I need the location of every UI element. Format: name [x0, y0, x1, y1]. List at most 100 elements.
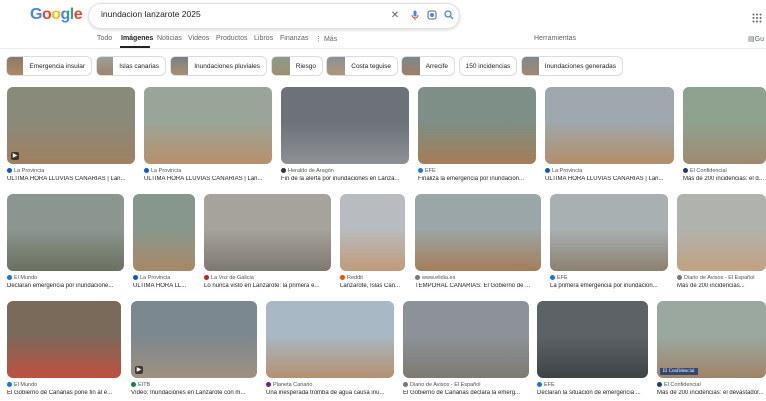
result-thumbnail[interactable]: [677, 194, 766, 271]
source-favicon-icon: [340, 275, 345, 280]
result-source[interactable]: EITB: [131, 382, 257, 388]
result-source[interactable]: EFE: [418, 168, 536, 174]
tab-imagenes[interactable]: Imágenes: [121, 35, 153, 42]
result-thumbnail[interactable]: [340, 194, 405, 271]
result-source[interactable]: El Mundo: [7, 275, 124, 281]
result-source[interactable]: Heraldo de Aragón: [281, 168, 409, 174]
tab-finanzas[interactable]: Finanzas: [280, 35, 308, 42]
result-thumbnail[interactable]: [7, 301, 121, 378]
voice-search-icon[interactable]: [409, 10, 421, 22]
search-input[interactable]: [99, 8, 383, 20]
result-thumbnail[interactable]: [550, 194, 668, 271]
result-source[interactable]: Diario de Avisos - El Español: [403, 382, 529, 388]
result-source[interactable]: EFE: [550, 275, 668, 281]
result-title[interactable]: Lo nunca visto en Lanzarote: la primera …: [204, 283, 331, 289]
result-title[interactable]: La primera emergencia por inundacion...: [550, 283, 668, 289]
source-favicon-icon: [131, 382, 136, 387]
result-thumbnail[interactable]: [266, 301, 394, 378]
result-title[interactable]: Más de 200 incidencias: el devastado...: [683, 176, 766, 182]
result-title[interactable]: Declaran emergencia por inundacione...: [7, 283, 124, 289]
search-box: ✕: [88, 3, 460, 29]
result-source[interactable]: El Confidencial: [657, 382, 766, 388]
lens-icon[interactable]: [426, 10, 438, 22]
result-title[interactable]: El Gobierno de Canarias pone fin al e...: [7, 390, 121, 396]
result-title[interactable]: Una inesperada tromba de agua causa inu.…: [266, 390, 394, 396]
tab-productos[interactable]: Productos: [216, 35, 248, 42]
result-thumbnail[interactable]: [7, 194, 124, 271]
apps-grid-icon[interactable]: [752, 10, 762, 23]
result-thumbnail[interactable]: [144, 87, 272, 164]
result-thumbnail[interactable]: [545, 87, 674, 164]
google-logo[interactable]: Google: [30, 6, 83, 24]
tab-todo[interactable]: Todo: [97, 35, 112, 42]
result-thumbnail[interactable]: ▶: [7, 87, 135, 164]
result-thumbnail[interactable]: [683, 87, 766, 164]
video-play-icon: ▶: [11, 152, 19, 160]
result-thumbnail[interactable]: [204, 194, 331, 271]
result-thumbnail[interactable]: [415, 194, 541, 271]
chip-7[interactable]: Inundaciones generadas: [521, 56, 623, 76]
result-title[interactable]: ÚLTIMA HORA LLUVIAS CANARIAS | Lan...: [144, 176, 272, 182]
source-name: La Provincia: [151, 168, 182, 174]
result-title[interactable]: TEMPORAL CANARIAS: El Gobierno de ...: [415, 283, 541, 289]
chip-thumbnail: [327, 57, 346, 75]
result-source[interactable]: El Mundo: [7, 382, 121, 388]
chip-1[interactable]: Islas canarias: [96, 56, 166, 76]
source-favicon-icon: [403, 382, 408, 387]
chip-label: Riesgo: [295, 62, 316, 70]
chip-thumbnail: [97, 57, 114, 75]
source-favicon-icon: [545, 168, 550, 173]
chip-thumbnail: [522, 57, 539, 75]
chip-label: Arrecife: [425, 62, 448, 70]
source-name: El Mundo: [14, 275, 38, 281]
chip-label: Emergencia insular: [29, 62, 85, 70]
tab-videos[interactable]: Videos: [188, 35, 209, 42]
tab-mas[interactable]: ⋮ Más: [315, 35, 337, 43]
source-name: Diario de Avisos - El Español: [410, 382, 481, 388]
tab-noticias[interactable]: Noticias: [157, 35, 182, 42]
result-title[interactable]: ÚLTIMA HORA LL...: [133, 283, 195, 289]
result-thumbnail[interactable]: [418, 87, 536, 164]
result-title[interactable]: Fin de la alerta por inundaciones en Lan…: [281, 176, 409, 182]
result-title[interactable]: Vídeo: Inundaciones en Lanzarote con m..…: [131, 390, 257, 396]
result-title[interactable]: Finaliza la emergencia por inundacion...: [418, 176, 536, 182]
chip-5[interactable]: Arrecife: [401, 56, 455, 76]
chip-6[interactable]: 150 incidencias: [459, 56, 517, 76]
result-source[interactable]: Reddit: [340, 275, 405, 281]
result-thumbnail[interactable]: [133, 194, 195, 271]
result-title[interactable]: ÚLTIMA HORA LLUVIAS CANARIAS | Lan...: [7, 176, 135, 182]
search-icon[interactable]: [443, 10, 455, 22]
source-name: Diario de Avisos - El Español: [684, 275, 755, 281]
tools-button[interactable]: Herramientas: [534, 35, 576, 42]
result-thumbnail[interactable]: [537, 301, 648, 378]
partial-right-button[interactable]: ▤Gu: [748, 35, 764, 43]
source-name: El Mundo: [14, 382, 38, 388]
result-thumbnail[interactable]: [403, 301, 529, 378]
result-source[interactable]: La Provincia: [7, 168, 135, 174]
tab-libros[interactable]: Libros: [254, 35, 273, 42]
chip-0[interactable]: Emergencia insular: [6, 56, 92, 76]
result-source[interactable]: El Confidencial: [683, 168, 766, 174]
result-thumbnail[interactable]: El Confidencial: [657, 301, 766, 378]
result-title[interactable]: ÚLTIMA HORA LLUVIAS CANARIAS | Lan...: [545, 176, 674, 182]
result-source[interactable]: EFE: [537, 382, 648, 388]
result-thumbnail[interactable]: ▶: [131, 301, 257, 378]
chip-4[interactable]: Costa teguise: [326, 56, 398, 76]
result-title[interactable]: Más de 200 incidencias...: [677, 283, 766, 289]
result-source[interactable]: La Provincia: [545, 168, 674, 174]
result-source[interactable]: Diario de Avisos - El Español: [677, 275, 766, 281]
chip-3[interactable]: Riesgo: [271, 56, 323, 76]
result-title[interactable]: Más de 200 incidencias: el devastador...: [657, 390, 766, 396]
logo-letter: e: [73, 6, 83, 23]
result-title[interactable]: El Gobierno de Canarias declara la emerg…: [403, 390, 529, 396]
chip-2[interactable]: Inundaciones pluviales: [170, 56, 267, 76]
result-source[interactable]: La Provincia: [133, 275, 195, 281]
result-title[interactable]: Declaran la situación de emergencia ...: [537, 390, 648, 396]
result-source[interactable]: La Provincia: [144, 168, 272, 174]
result-source[interactable]: La Voz de Galicia: [204, 275, 331, 281]
result-source[interactable]: Planeta Canario: [266, 382, 394, 388]
clear-icon[interactable]: ✕: [389, 10, 401, 22]
result-source[interactable]: www.elidia.es: [415, 275, 541, 281]
result-title[interactable]: Lanzarote, Islas Can...: [340, 283, 405, 289]
result-thumbnail[interactable]: [281, 87, 409, 164]
